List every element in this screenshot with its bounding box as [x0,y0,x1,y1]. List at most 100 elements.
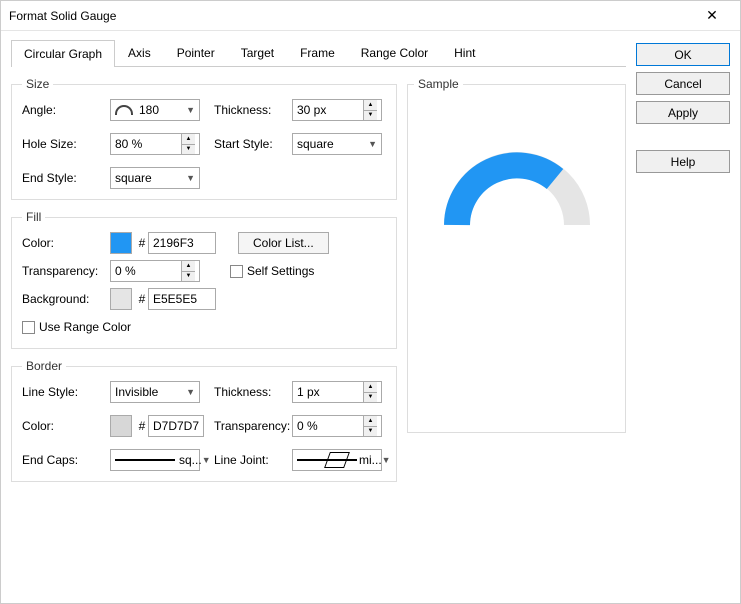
help-button[interactable]: Help [636,150,730,173]
fill-background-hex-input[interactable]: E5E5E5 [148,288,216,310]
content-area: Circular Graph Axis Pointer Target Frame… [1,31,740,603]
fill-color-label: Color: [22,236,110,250]
fill-transparency-label: Transparency: [22,264,110,278]
self-settings-checkbox[interactable] [230,265,243,278]
panels-column: Size Angle: 180 ▼ [11,77,397,492]
hash-symbol: # [136,292,148,306]
tab-axis[interactable]: Axis [115,39,164,66]
thickness-label: Thickness: [214,103,292,117]
linejoint-combo[interactable]: mi... ▼ [292,449,382,471]
chevron-down-icon: ▼ [186,173,195,183]
fill-transparency-value: 0 % [115,264,181,278]
spin-down-icon[interactable]: ▼ [182,272,195,282]
spin-up-icon[interactable]: ▲ [182,261,195,272]
fill-color-hex: 2196F3 [153,236,194,250]
startstyle-label: Start Style: [214,137,292,151]
fill-legend: Fill [22,210,45,224]
border-color-hex: D7D7D7 [153,419,199,433]
button-column: OK Cancel Apply Help [636,39,730,595]
border-color-label: Color: [22,419,110,433]
tab-target[interactable]: Target [228,39,287,66]
help-label: Help [671,155,696,169]
window-title: Format Solid Gauge [9,9,692,23]
hash-symbol: # [136,236,148,250]
color-list-label: Color List... [253,236,314,250]
spin-up-icon[interactable]: ▲ [364,100,377,111]
holesize-label: Hole Size: [22,137,110,151]
dialog-window: Format Solid Gauge ✕ Circular Graph Axis… [0,0,741,604]
self-settings-label: Self Settings [247,264,314,278]
border-legend: Border [22,359,66,373]
angle-combo[interactable]: 180 ▼ [110,99,200,121]
holesize-spinner[interactable]: 80 % ▲▼ [110,133,200,155]
tab-hint[interactable]: Hint [441,39,488,66]
angle-label: Angle: [22,103,110,117]
apply-label: Apply [668,106,698,120]
cancel-button[interactable]: Cancel [636,72,730,95]
ok-button[interactable]: OK [636,43,730,66]
fill-color-hex-input[interactable]: 2196F3 [148,232,216,254]
chevron-down-icon: ▼ [368,139,377,149]
border-transparency-label: Transparency: [214,419,292,433]
border-transparency-value: 0 % [297,419,363,433]
spin-down-icon[interactable]: ▼ [364,427,377,437]
border-group: Border Line Style: Invisible ▼ [11,359,397,482]
endcaps-value: sq... [179,453,202,467]
chevron-down-icon: ▼ [186,387,195,397]
spin-down-icon[interactable]: ▼ [182,145,195,155]
tab-pointer[interactable]: Pointer [164,39,228,66]
sample-column: Sample [407,77,626,492]
holesize-value: 80 % [115,137,181,151]
gauge-icon [437,145,597,235]
spin-down-icon[interactable]: ▼ [364,111,377,121]
linestyle-value: Invisible [115,385,158,399]
size-group: Size Angle: 180 ▼ [11,77,397,200]
endcaps-combo[interactable]: sq... ▼ [110,449,200,471]
apply-button[interactable]: Apply [636,101,730,124]
spin-up-icon[interactable]: ▲ [364,416,377,427]
endcap-icon [115,459,175,461]
arc-icon [115,105,133,115]
endstyle-value: square [115,171,152,185]
endstyle-label: End Style: [22,171,110,185]
fill-background-hex: E5E5E5 [153,292,197,306]
left-column: Circular Graph Axis Pointer Target Frame… [11,39,626,595]
tab-strip: Circular Graph Axis Pointer Target Frame… [11,39,626,67]
border-thickness-label: Thickness: [214,385,292,399]
border-thickness-spinner[interactable]: 1 px ▲▼ [292,381,382,403]
size-legend: Size [22,77,53,91]
spin-down-icon[interactable]: ▼ [364,393,377,403]
endstyle-combo[interactable]: square ▼ [110,167,200,189]
endcaps-label: End Caps: [22,453,110,467]
main-row: Size Angle: 180 ▼ [11,77,626,492]
fill-transparency-spinner[interactable]: 0 % ▲▼ [110,260,200,282]
startstyle-value: square [297,137,334,151]
color-list-button[interactable]: Color List... [238,232,329,254]
fill-group: Fill Color: # 2196F3 Color List... Trans… [11,210,397,349]
spin-up-icon[interactable]: ▲ [182,134,195,145]
spin-up-icon[interactable]: ▲ [364,382,377,393]
ok-label: OK [674,48,691,62]
linejoint-label: Line Joint: [214,453,292,467]
sample-group: Sample [407,77,626,433]
fill-background-swatch[interactable] [110,288,132,310]
thickness-spinner[interactable]: 30 px ▲▼ [292,99,382,121]
titlebar: Format Solid Gauge ✕ [1,1,740,31]
thickness-value: 30 px [297,103,363,117]
border-color-hex-input[interactable]: D7D7D7 [148,415,204,437]
use-range-color-checkbox[interactable] [22,321,35,334]
fill-color-swatch[interactable] [110,232,132,254]
tab-circular-graph[interactable]: Circular Graph [11,40,115,67]
linestyle-label: Line Style: [22,385,110,399]
chevron-down-icon: ▼ [186,105,195,115]
chevron-down-icon: ▼ [382,455,391,465]
close-icon[interactable]: ✕ [692,7,732,24]
cancel-label: Cancel [664,77,701,91]
border-color-swatch[interactable] [110,415,132,437]
tab-frame[interactable]: Frame [287,39,348,66]
startstyle-combo[interactable]: square ▼ [292,133,382,155]
gauge-preview [414,95,619,235]
tab-range-color[interactable]: Range Color [348,39,441,66]
linestyle-combo[interactable]: Invisible ▼ [110,381,200,403]
border-transparency-spinner[interactable]: 0 % ▲▼ [292,415,382,437]
